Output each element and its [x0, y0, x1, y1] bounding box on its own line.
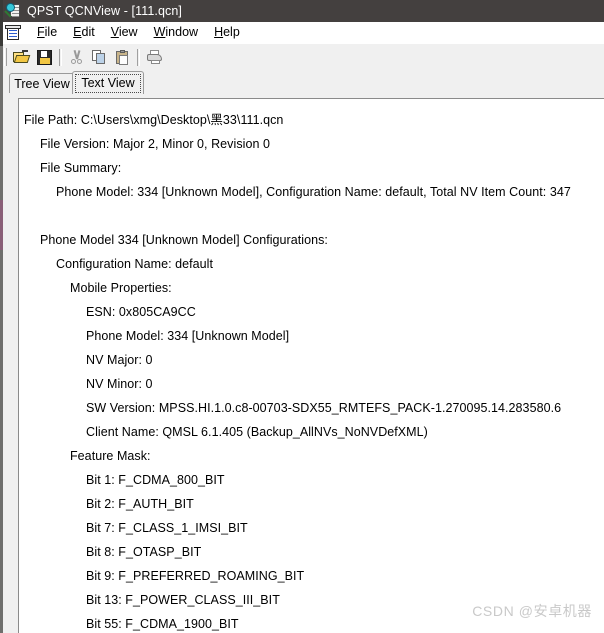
menu-item-view[interactable]: View — [103, 24, 146, 41]
menu-item-window-label: indow — [165, 25, 199, 39]
paste-button[interactable] — [111, 46, 134, 68]
text-view-line: Bit 9: F_PREFERRED_ROAMING_BIT — [86, 569, 305, 583]
text-view-line: Phone Model: 334 [Unknown Model] — [86, 329, 290, 343]
cut-icon — [70, 50, 83, 64]
text-view-line: Bit 7: F_CLASS_1_IMSI_BIT — [86, 521, 248, 535]
toolbar-separator-2 — [137, 48, 140, 66]
csdn-watermark: CSDN @安卓机器 — [472, 603, 592, 619]
content-frame: File Path: C:\Users\xmg\Desktop\黑33\111.… — [18, 98, 604, 633]
text-view-line: ESN: 0x805CA9CC — [86, 305, 196, 319]
paste-icon — [115, 49, 130, 65]
qcnview-window: QPST QCNView - [111.qcn] File Edit View … — [0, 0, 604, 633]
qcnview-app-icon — [4, 3, 22, 19]
open-button[interactable] — [10, 46, 33, 68]
window-left-edge — [0, 0, 3, 633]
text-view-pane[interactable]: File Path: C:\Users\xmg\Desktop\黑33\111.… — [19, 99, 604, 633]
menu-item-view-label: iew — [118, 25, 138, 39]
save-button[interactable] — [33, 46, 56, 68]
toolbar-separator-1 — [59, 48, 62, 66]
text-view-line: File Version: Major 2, Minor 0, Revision… — [40, 137, 270, 151]
text-view-line: File Summary: — [40, 161, 122, 175]
text-view-line: File Path: C:\Users\xmg\Desktop\黑33\111.… — [24, 113, 284, 127]
text-view-line: Feature Mask: — [70, 449, 151, 463]
text-view-line — [24, 204, 604, 228]
tab-text-view[interactable]: Text View — [72, 71, 144, 94]
text-view-line: Client Name: QMSL 6.1.405 (Backup_AllNVs… — [86, 425, 428, 439]
text-view-line: Phone Model 334 [Unknown Model] Configur… — [40, 233, 328, 247]
text-view-line: Bit 8: F_OTASP_BIT — [86, 545, 202, 559]
menu-item-help[interactable]: Help — [206, 24, 248, 41]
toolbar — [0, 44, 604, 70]
tab-tree-view[interactable]: Tree View — [9, 73, 75, 93]
open-icon — [13, 50, 31, 64]
toolbar-grip[interactable] — [4, 48, 7, 66]
copy-button[interactable] — [88, 46, 111, 68]
copy-icon — [92, 50, 107, 64]
print-icon — [146, 50, 163, 64]
text-view-line: Phone Model: 334 [Unknown Model], Config… — [56, 185, 571, 199]
document-list-icon — [5, 24, 22, 41]
menu-bar: File Edit View Window Help — [0, 22, 604, 44]
text-view-line: NV Minor: 0 — [86, 377, 153, 391]
view-tabs: Tree View Text View — [9, 71, 604, 94]
print-button[interactable] — [143, 46, 166, 68]
window-title: QPST QCNView - [111.qcn] — [27, 4, 183, 18]
text-view-line: SW Version: MPSS.HI.1.0.c8-00703-SDX55_R… — [86, 401, 562, 415]
menu-item-edit-label: dit — [81, 25, 95, 39]
menu-item-edit[interactable]: Edit — [65, 24, 103, 41]
tab-text-view-label: Text View — [75, 73, 141, 93]
tab-tree-view-label: Tree View — [14, 76, 70, 91]
menu-item-file-label: ile — [44, 25, 58, 39]
menu-item-help-label: elp — [223, 25, 240, 39]
menu-item-file[interactable]: File — [29, 24, 65, 41]
menu-item-window[interactable]: Window — [146, 24, 206, 41]
text-view-line: Bit 2: F_AUTH_BIT — [86, 497, 194, 511]
title-bar: QPST QCNView - [111.qcn] — [0, 0, 604, 22]
text-view-line: Mobile Properties: — [70, 281, 172, 295]
save-icon — [37, 49, 52, 65]
cut-button[interactable] — [65, 46, 88, 68]
text-view-line: NV Major: 0 — [86, 353, 153, 367]
text-view-line: Configuration Name: default — [56, 257, 213, 271]
text-view-line: Bit 1: F_CDMA_800_BIT — [86, 473, 225, 487]
